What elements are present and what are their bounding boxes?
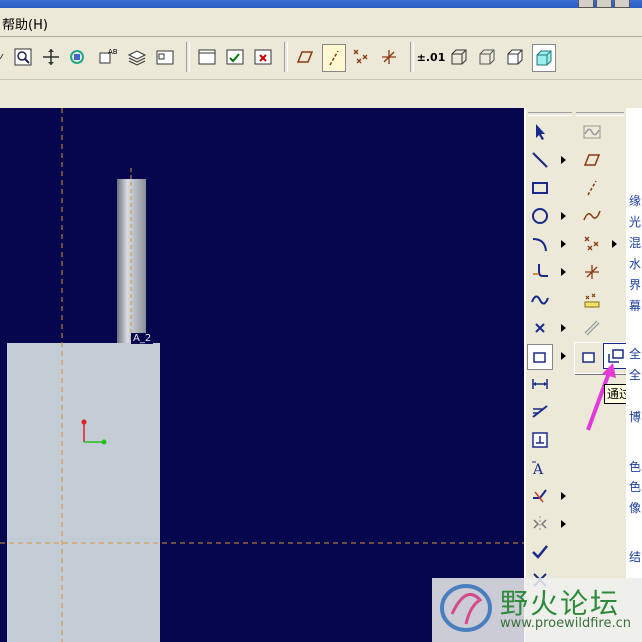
pan-icon[interactable] [40,44,62,70]
datum-point-icon[interactable] [580,232,604,256]
rectangle-icon[interactable] [528,176,552,200]
point-icon[interactable] [528,316,552,340]
datum-curve-icon[interactable] [580,120,604,144]
side-text-char: 博 [629,410,642,424]
side-text-char: 光 [629,215,642,229]
circle-flyout-arrow[interactable] [561,212,566,220]
axis-label: A_2 [131,333,154,344]
fillet-flyout-arrow[interactable] [561,268,566,276]
select-icon[interactable] [528,120,552,144]
svg-text:A: A [532,462,544,478]
side-text-char: 像 [629,501,642,515]
spline-icon[interactable] [528,288,552,312]
svg-text:AB: AB [108,48,117,56]
model-tree-icon[interactable] [154,44,176,70]
trim-icon[interactable] [528,484,552,508]
minimize-button[interactable] [578,0,594,8]
measure-icon[interactable] [580,316,604,340]
wireframe-icon[interactable] [448,44,470,70]
sketch-toolbar-grip[interactable] [528,112,572,116]
precision-button[interactable]: ±.01 [417,44,446,70]
graphics-canvas[interactable]: A_2 [0,108,524,642]
hidden-line-icon[interactable] [476,44,498,70]
activate-window-icon[interactable] [224,44,246,70]
model-drawing [0,108,524,642]
datum-axis-icon[interactable] [580,176,604,200]
dimension-icon[interactable] [528,372,552,396]
base-part [7,343,160,642]
text-icon[interactable]: A [528,456,552,480]
toolbar-separator [410,42,414,72]
point-flyout-arrow[interactable] [561,324,566,332]
mirror-flyout-arrow[interactable] [561,520,566,528]
arc-flyout-arrow[interactable] [561,240,566,248]
line-flyout-arrow[interactable] [561,156,566,164]
menubar: 帮助(H) [0,8,642,37]
done-check-icon[interactable] [528,540,552,564]
modify-icon[interactable] [528,400,552,424]
csys-x-tip [101,439,107,445]
fillet-icon[interactable] [528,260,552,284]
analysis-icon[interactable] [580,288,604,312]
close-window-icon[interactable] [252,44,274,70]
csys-display-icon[interactable] [378,44,400,70]
zoom-window-icon[interactable] [12,44,34,70]
trim-flyout-arrow[interactable] [561,492,566,500]
panel-border [524,108,526,642]
offset-flyout-arrow[interactable] [561,352,566,360]
offset-edge-icon[interactable] [527,344,553,370]
maximize-button[interactable] [596,0,612,8]
arc-icon[interactable] [528,232,552,256]
datum-toolbar-grip[interactable] [576,112,624,116]
toolbar-separator [284,42,288,72]
orient-icon[interactable]: AB [96,44,118,70]
axis-display-icon[interactable] [322,44,346,72]
line-icon[interactable] [528,148,552,172]
point-display-icon[interactable] [350,44,372,70]
window-icon[interactable] [196,44,218,70]
side-text-char: 水 [629,257,642,271]
sketched-curve-icon[interactable] [580,204,604,228]
side-text-char: 结 [629,550,642,564]
side-text-char: 幕 [629,299,642,313]
side-text-char: 色 [629,460,642,474]
side-text-char: 混 [629,236,642,250]
window-controls [578,0,630,8]
no-hidden-icon[interactable] [504,44,526,70]
window-titlebar [0,0,642,8]
datum-point-flyout-arrow[interactable] [612,240,617,248]
watermark-logo [440,584,492,632]
layers-icon[interactable] [126,44,148,70]
side-text-char: 界 [629,278,642,292]
toolbar-band [0,80,642,108]
side-text-char: 全 [629,368,642,382]
constraint-icon[interactable] [528,428,552,452]
datum-plane-icon[interactable] [580,148,604,172]
mirror-icon[interactable] [528,512,552,536]
toolbar-separator [186,42,190,72]
coordinate-system-icon[interactable] [580,260,604,284]
side-text-char: 色 [629,480,642,494]
side-text-char: 全 [629,347,642,361]
shading-icon[interactable] [532,44,556,72]
watermark-url: www.proewildfire.cn [500,616,631,631]
spin-icon[interactable] [66,44,88,70]
side-text-char: 缘 [629,194,642,208]
csys-y-tip [81,419,87,425]
toolbar-edge-icon[interactable] [0,44,10,70]
menu-help[interactable]: 帮助(H) [2,14,48,33]
circle-icon[interactable] [528,204,552,228]
close-button[interactable] [614,0,630,8]
plane-display-icon[interactable] [294,44,316,70]
